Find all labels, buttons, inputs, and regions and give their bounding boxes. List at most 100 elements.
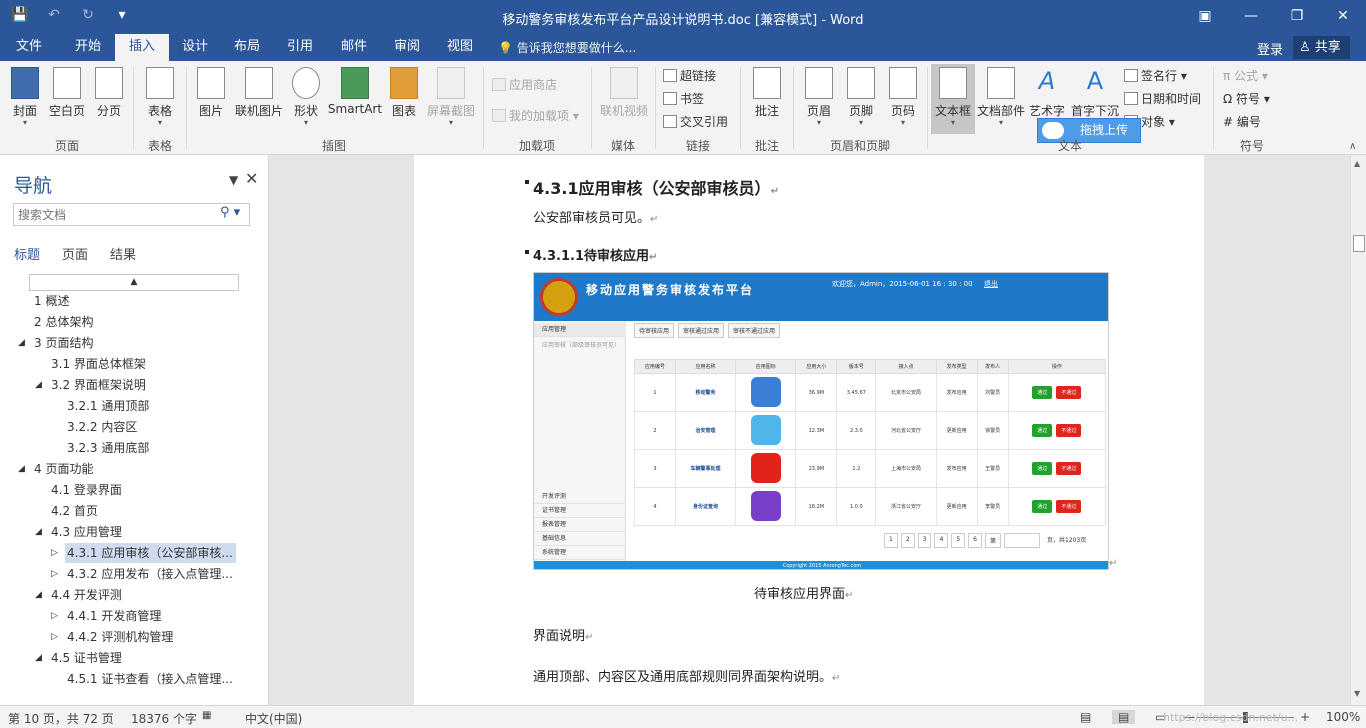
- store-button[interactable]: 应用商店: [492, 76, 557, 93]
- date-time-button[interactable]: 日期和时间: [1124, 90, 1201, 107]
- restore-button[interactable]: ❐: [1274, 0, 1320, 32]
- zoom-level[interactable]: 100%: [1326, 710, 1360, 724]
- minimize-button[interactable]: —: [1228, 0, 1274, 32]
- collapse-arrow-icon[interactable]: ◢: [35, 648, 42, 668]
- nav-tab-headings[interactable]: 标题: [14, 244, 40, 263]
- embedded-screenshot[interactable]: 移动应用警务审核发布平台 欢迎您，Admin，2015-06-01 16 : 3…: [533, 272, 1109, 570]
- word-count[interactable]: 18376 个字: [131, 710, 197, 727]
- screenshot-footer: Copyright 2015 AnrongTec.com: [534, 561, 1108, 569]
- cross-reference-button[interactable]: 交叉引用: [663, 113, 728, 130]
- login-link[interactable]: 登录: [1257, 39, 1283, 58]
- page-number-button[interactable]: 页码 ▾: [886, 67, 920, 127]
- collapse-ribbon-icon[interactable]: ∧: [1349, 141, 1356, 152]
- read-mode-icon[interactable]: ▤: [1080, 710, 1091, 724]
- print-layout-icon[interactable]: ▤: [1112, 710, 1136, 724]
- nav-heading-label: 3.2.1 通用顶部: [67, 399, 150, 413]
- expand-arrow-icon[interactable]: ▷: [51, 543, 58, 563]
- collapse-arrow-icon[interactable]: ◢: [35, 375, 42, 395]
- scroll-thumb[interactable]: [1353, 235, 1365, 252]
- tab-home[interactable]: 开始: [61, 34, 115, 61]
- collapse-arrow-icon[interactable]: ◢: [18, 459, 25, 479]
- nav-heading-item[interactable]: 4.3.1 应用审核（公安部审核...: [65, 543, 236, 563]
- tab-file[interactable]: 文件: [2, 34, 56, 61]
- collapse-arrow-icon[interactable]: ◢: [35, 585, 42, 605]
- nav-heading-item[interactable]: 1 概述: [32, 291, 69, 311]
- comment-button[interactable]: 批注: [750, 67, 784, 119]
- search-icon[interactable]: ⚲ ▾: [220, 205, 240, 220]
- close-button[interactable]: ✕: [1320, 0, 1366, 32]
- hyperlink-button[interactable]: 超链接: [663, 67, 716, 84]
- my-addins-button[interactable]: 我的加载项 ▾: [492, 107, 579, 124]
- nav-options-icon[interactable]: ▼: [229, 173, 238, 187]
- nav-heading-item[interactable]: 4.1 登录界面: [49, 480, 122, 500]
- nav-heading-item[interactable]: 3.2.1 通用顶部: [65, 396, 149, 416]
- nav-heading-item[interactable]: 4.4.2 评测机构管理: [65, 627, 173, 647]
- vertical-scrollbar[interactable]: ▲ ▼: [1350, 155, 1366, 705]
- tab-design[interactable]: 设计: [168, 34, 222, 61]
- bookmark-button[interactable]: 书签: [663, 90, 704, 107]
- table-button[interactable]: 表格 ▾: [144, 67, 176, 127]
- header-button[interactable]: 页眉 ▾: [802, 67, 836, 127]
- scroll-down-arrow-icon[interactable]: ▼: [1354, 689, 1360, 698]
- document-page[interactable]: 4.3.1应用审核（公安部审核员）↵ 公安部审核员可见。↵ 4.3.1.1待审核…: [414, 155, 1204, 705]
- tell-me-box[interactable]: 💡 告诉我您想要做什么...: [498, 39, 636, 56]
- nav-heading-item[interactable]: 4.2 首页: [49, 501, 98, 521]
- collapse-arrow-icon[interactable]: ◢: [18, 333, 25, 353]
- nav-heading-item[interactable]: 3.2.3 通用底部: [65, 438, 149, 458]
- wordart-button[interactable]: A 艺术字: [1028, 67, 1066, 119]
- nav-heading-item[interactable]: 4.3.2 应用发布（接入点管理...: [65, 564, 233, 584]
- nav-close-icon[interactable]: ✕: [245, 169, 258, 188]
- nav-tab-results[interactable]: 结果: [110, 244, 136, 263]
- nav-search-input[interactable]: [13, 203, 250, 226]
- signature-line-button[interactable]: 签名行 ▾: [1124, 67, 1187, 84]
- expand-arrow-icon[interactable]: ▷: [51, 627, 58, 647]
- tab-layout[interactable]: 布局: [220, 34, 274, 61]
- expand-arrow-icon[interactable]: ▷: [51, 564, 58, 584]
- picture-button[interactable]: 图片: [195, 67, 227, 119]
- nav-scroll-up-button[interactable]: ▲: [29, 274, 239, 291]
- collapse-arrow-icon[interactable]: ◢: [35, 522, 42, 542]
- nav-heading-item[interactable]: 3.2 界面框架说明: [49, 375, 146, 395]
- expand-arrow-icon[interactable]: ▷: [51, 606, 58, 626]
- quick-parts-button[interactable]: 文档部件 ▾: [975, 67, 1027, 127]
- page-count[interactable]: 第 10 页，共 72 页: [8, 710, 114, 727]
- nav-heading-item[interactable]: 4.4.1 开发商管理: [65, 606, 161, 626]
- shapes-button[interactable]: 形状 ▾: [290, 67, 322, 127]
- online-picture-button[interactable]: 联机图片: [232, 67, 286, 119]
- smartart-button[interactable]: SmartArt: [327, 67, 383, 116]
- drag-upload-button[interactable]: 拖拽上传: [1037, 118, 1141, 143]
- nav-heading-item[interactable]: 2 总体架构: [32, 312, 93, 332]
- nav-heading-item[interactable]: 4.4 开发评测: [49, 585, 122, 605]
- blank-page-button[interactable]: 空白页: [47, 67, 87, 119]
- nav-heading-item[interactable]: 4.5 证书管理: [49, 648, 122, 668]
- nav-tab-pages[interactable]: 页面: [62, 244, 88, 263]
- equation-button[interactable]: π 公式 ▾: [1223, 67, 1268, 84]
- textbox-button[interactable]: 文本框 ▾: [934, 67, 972, 127]
- tab-review[interactable]: 审阅: [380, 34, 434, 61]
- cover-page-button[interactable]: 封面 ▾: [8, 67, 42, 127]
- zoom-in-icon[interactable]: +: [1300, 710, 1310, 724]
- tab-mailings[interactable]: 邮件: [327, 34, 381, 61]
- scroll-up-arrow-icon[interactable]: ▲: [1354, 159, 1360, 168]
- nav-heading-item[interactable]: 3 页面结构: [32, 333, 93, 353]
- nav-heading-item[interactable]: 3.1 界面总体框架: [49, 354, 146, 374]
- nav-heading-item[interactable]: 4.5.1 证书查看（接入点管理...: [65, 669, 233, 689]
- footer-button[interactable]: 页脚 ▾: [844, 67, 878, 127]
- share-button[interactable]: ♙ 共享: [1293, 36, 1350, 59]
- tab-insert[interactable]: 插入: [115, 34, 170, 61]
- numbering-button[interactable]: # 编号: [1223, 113, 1261, 130]
- language[interactable]: 中文(中国): [245, 710, 302, 727]
- drop-cap-button[interactable]: A 首字下沉: [1068, 67, 1122, 119]
- page-break-button[interactable]: 分页: [93, 67, 125, 119]
- chart-button[interactable]: 图表: [389, 67, 419, 119]
- nav-heading-item[interactable]: 4 页面功能: [32, 459, 93, 479]
- nav-heading-item[interactable]: 3.2.2 内容区: [65, 417, 137, 437]
- screenshot-button[interactable]: 屏幕截图 ▾: [425, 67, 477, 127]
- tab-references[interactable]: 引用: [273, 34, 327, 61]
- symbol-button[interactable]: Ω 符号 ▾: [1223, 90, 1270, 107]
- proofing-icon[interactable]: ▦: [202, 710, 211, 721]
- tab-view[interactable]: 视图: [433, 34, 487, 61]
- nav-heading-item[interactable]: 4.3 应用管理: [49, 522, 122, 542]
- online-video-button[interactable]: 联机视频: [598, 67, 650, 119]
- ribbon-options-button[interactable]: ▣: [1182, 0, 1228, 32]
